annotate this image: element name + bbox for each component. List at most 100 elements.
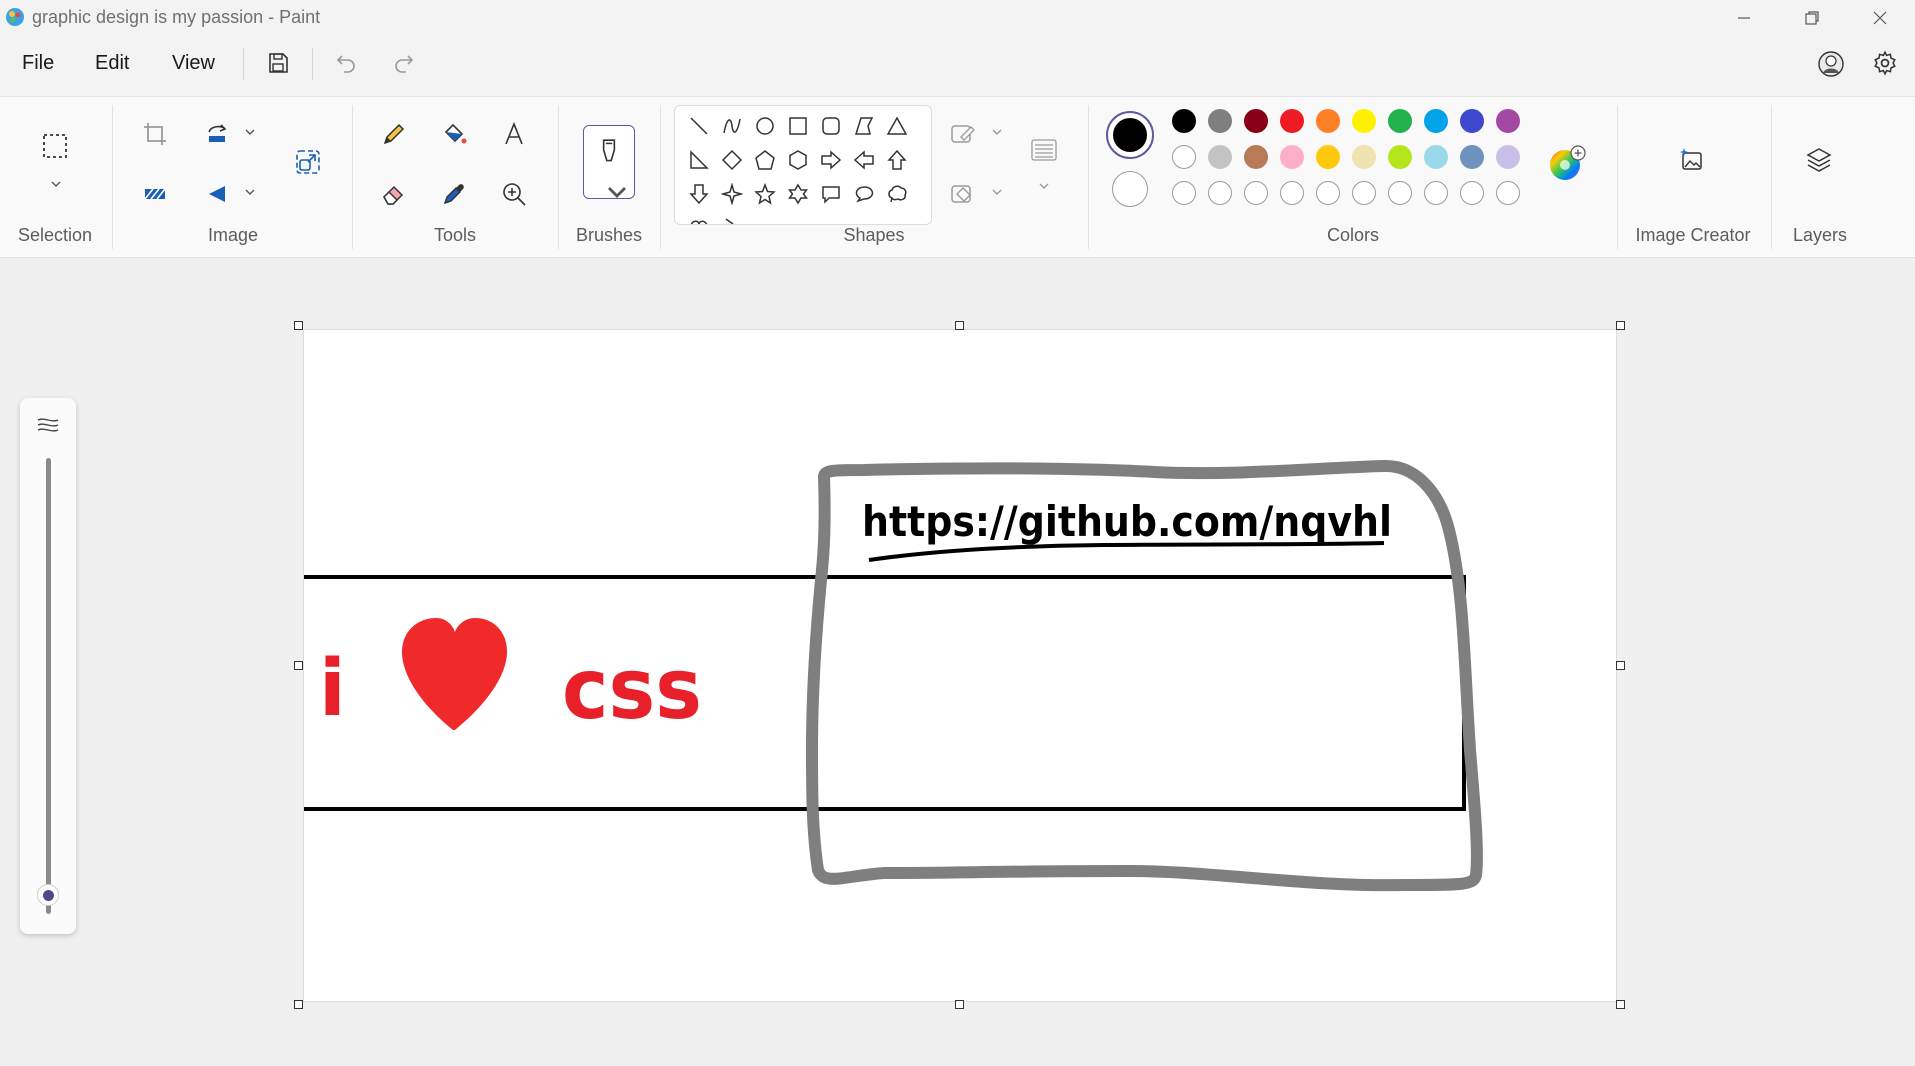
resize-handle-top-right[interactable] [1616,321,1625,330]
redo-button[interactable] [389,48,419,78]
pentagon-shape-icon[interactable] [751,146,779,174]
custom-color-slot[interactable] [1388,181,1412,205]
edit-colors-button[interactable] [1548,145,1586,183]
color-swatch[interactable] [1388,109,1412,133]
restore-button[interactable] [1778,0,1846,36]
custom-color-slot[interactable] [1208,181,1232,205]
resize-handle-bottom[interactable] [955,1000,964,1009]
right-arrow-shape-icon[interactable] [817,146,845,174]
size-slider-track[interactable] [46,458,51,914]
shape-fill-button[interactable] [944,175,982,213]
curve-shape-icon[interactable] [718,112,746,140]
drawing-canvas[interactable]: https://github.com/nqvhl i css [303,329,1617,1002]
resize-handle-left[interactable] [294,661,303,670]
color-swatch[interactable] [1172,109,1196,133]
chevron-down-icon[interactable] [243,125,257,139]
resize-handle-bottom-right[interactable] [1616,1000,1625,1009]
size-slider-thumb[interactable] [37,884,59,906]
color-swatch[interactable] [1424,145,1448,169]
layers-button[interactable] [1800,141,1838,179]
background-removal-button[interactable] [136,175,174,213]
color-swatch[interactable] [1208,145,1232,169]
chevron-down-icon[interactable] [990,125,1004,139]
image-creator-button[interactable] [1673,141,1711,179]
line-size-button[interactable] [1025,131,1063,169]
color-swatch[interactable] [1316,109,1340,133]
custom-color-slot[interactable] [1244,181,1268,205]
chevron-down-icon[interactable] [243,185,257,199]
color-swatch[interactable] [1352,109,1376,133]
selection-tool-button[interactable] [36,127,74,165]
eraser-tool-button[interactable] [375,175,413,213]
color-swatch[interactable] [1244,145,1268,169]
rect-callout-shape-icon[interactable] [817,180,845,208]
settings-button[interactable] [1870,48,1900,78]
secondary-color-button[interactable] [1112,171,1148,207]
custom-color-slot[interactable] [1316,181,1340,205]
close-button[interactable] [1846,0,1914,36]
color-swatch[interactable] [1496,109,1520,133]
color-swatch[interactable] [1424,109,1448,133]
custom-color-slot[interactable] [1424,181,1448,205]
rotate-button[interactable] [198,115,236,153]
color-swatch[interactable] [1460,145,1484,169]
primary-color-button[interactable] [1106,111,1154,159]
menu-edit[interactable]: Edit [95,52,129,75]
resize-handle-top-left[interactable] [294,321,303,330]
oval-shape-icon[interactable] [751,112,779,140]
pencil-tool-button[interactable] [375,115,413,153]
text-tool-button[interactable] [495,115,533,153]
chevron-down-icon[interactable] [1037,179,1051,193]
account-avatar[interactable] [1815,48,1847,80]
polygon-shape-icon[interactable] [850,112,878,140]
menu-file[interactable]: File [22,52,54,75]
color-swatch[interactable] [1496,145,1520,169]
heart-shape-icon[interactable] [685,214,713,224]
color-swatch[interactable] [1280,109,1304,133]
diamond-shape-icon[interactable] [718,146,746,174]
resize-button[interactable] [289,143,327,181]
oval-callout-shape-icon[interactable] [850,180,878,208]
resize-handle-top[interactable] [955,321,964,330]
color-swatch[interactable] [1460,109,1484,133]
magnifier-button[interactable] [495,175,533,213]
six-point-star-shape-icon[interactable] [784,180,812,208]
custom-color-slot[interactable] [1460,181,1484,205]
rectangle-shape-icon[interactable] [784,112,812,140]
right-triangle-shape-icon[interactable] [685,146,713,174]
color-picker-button[interactable] [435,175,473,213]
left-arrow-shape-icon[interactable] [850,146,878,174]
line-shape-icon[interactable] [685,112,713,140]
triangle-shape-icon[interactable] [883,112,911,140]
fill-tool-button[interactable] [435,115,473,153]
color-swatch[interactable] [1172,145,1196,169]
save-button[interactable] [263,48,293,78]
chevron-down-icon[interactable] [990,185,1004,199]
chevron-down-icon[interactable] [49,177,63,191]
flip-button[interactable] [198,175,236,213]
color-swatch[interactable] [1208,109,1232,133]
menu-view[interactable]: View [172,52,215,75]
custom-color-slot[interactable] [1280,181,1304,205]
color-swatch[interactable] [1352,145,1376,169]
color-swatch[interactable] [1244,109,1268,133]
color-swatch[interactable] [1388,145,1412,169]
shape-outline-button[interactable] [944,115,982,153]
rounded-rectangle-shape-icon[interactable] [817,112,845,140]
undo-button[interactable] [331,48,361,78]
custom-color-slot[interactable] [1172,181,1196,205]
color-swatch[interactable] [1280,145,1304,169]
five-point-star-shape-icon[interactable] [751,180,779,208]
crop-button[interactable] [136,115,174,153]
down-arrow-shape-icon[interactable] [685,180,713,208]
color-swatch[interactable] [1316,145,1340,169]
custom-color-slot[interactable] [1496,181,1520,205]
minimize-button[interactable] [1710,0,1778,36]
hexagon-shape-icon[interactable] [784,146,812,174]
brushes-button[interactable] [583,125,635,199]
up-arrow-shape-icon[interactable] [883,146,911,174]
lightning-shape-icon[interactable] [718,214,746,224]
resize-handle-bottom-left[interactable] [294,1000,303,1009]
four-point-star-shape-icon[interactable] [718,180,746,208]
cloud-callout-shape-icon[interactable] [883,180,911,208]
